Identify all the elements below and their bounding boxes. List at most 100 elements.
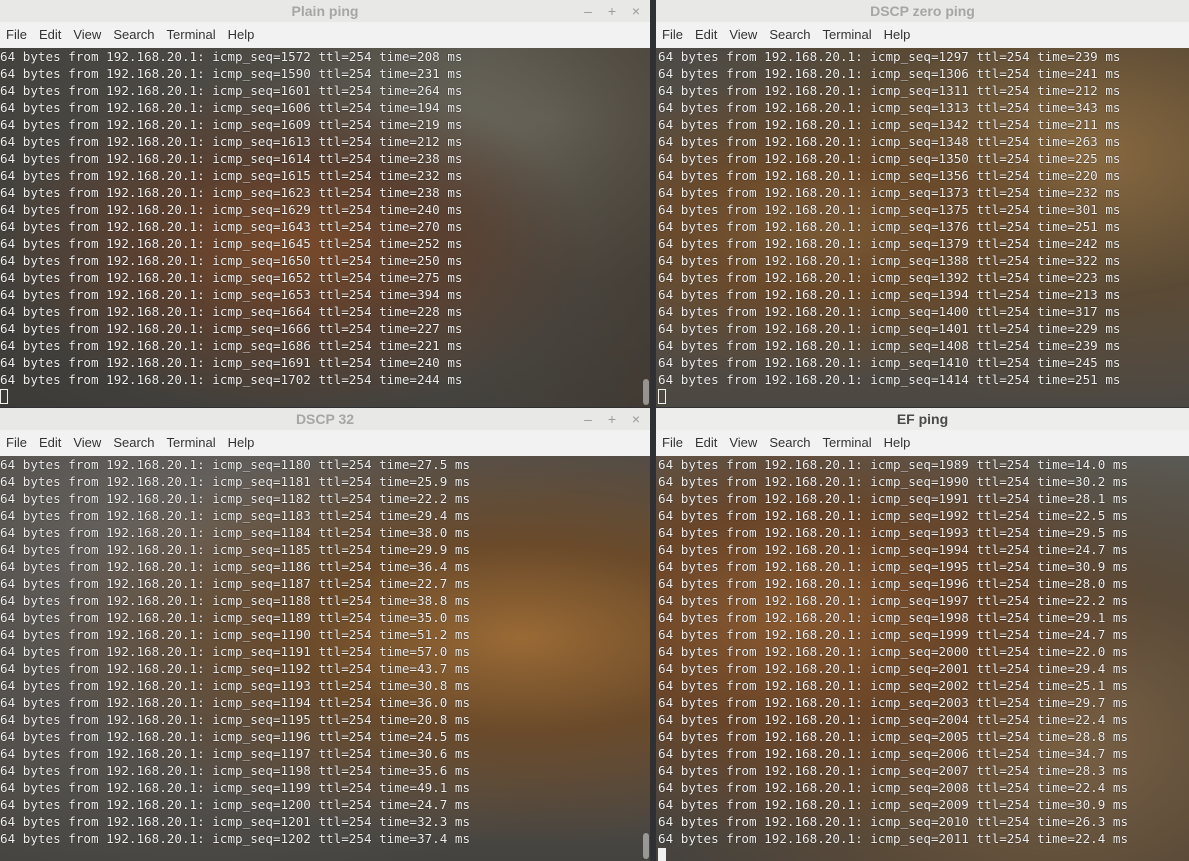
menu-help[interactable]: Help: [222, 430, 261, 456]
cursor: [0, 389, 8, 404]
output-line: 64 bytes from 192.168.20.1: icmp_seq=140…: [658, 338, 1121, 353]
menu-view[interactable]: View: [67, 430, 107, 456]
output-line: 64 bytes from 192.168.20.1: icmp_seq=199…: [658, 559, 1129, 574]
window-controls: – + ×: [578, 0, 646, 22]
output-line: 64 bytes from 192.168.20.1: icmp_seq=165…: [0, 270, 463, 285]
output-line: 64 bytes from 192.168.20.1: icmp_seq=199…: [658, 474, 1129, 489]
output-lines: 64 bytes from 192.168.20.1: icmp_seq=198…: [658, 456, 1128, 861]
output-line: 64 bytes from 192.168.20.1: icmp_seq=161…: [0, 168, 463, 183]
output-line: 64 bytes from 192.168.20.1: icmp_seq=135…: [658, 168, 1121, 183]
title-bar[interactable]: DSCP 32 – + ×: [0, 408, 650, 430]
scrollbar[interactable]: [640, 48, 650, 407]
maximize-icon[interactable]: +: [602, 0, 622, 22]
output-line: 64 bytes from 192.168.20.1: icmp_seq=169…: [0, 355, 463, 370]
menu-edit[interactable]: Edit: [33, 430, 67, 456]
output-line: 64 bytes from 192.168.20.1: icmp_seq=200…: [658, 678, 1129, 693]
output-line: 64 bytes from 192.168.20.1: icmp_seq=138…: [658, 253, 1121, 268]
terminal-output[interactable]: 64 bytes from 192.168.20.1: icmp_seq=157…: [0, 48, 650, 407]
window-title: Plain ping: [291, 3, 359, 19]
terminal-window-plain-ping[interactable]: Plain ping – + × File Edit View Search T…: [0, 0, 650, 407]
output-line: 64 bytes from 192.168.20.1: icmp_seq=141…: [658, 355, 1121, 370]
output-line: 64 bytes from 192.168.20.1: icmp_seq=200…: [658, 780, 1129, 795]
menu-help[interactable]: Help: [222, 22, 261, 48]
close-icon[interactable]: ×: [626, 408, 646, 430]
output-line: 64 bytes from 192.168.20.1: icmp_seq=119…: [0, 661, 471, 676]
menu-file[interactable]: File: [656, 430, 689, 456]
menu-view[interactable]: View: [723, 430, 763, 456]
output-line: 64 bytes from 192.168.20.1: icmp_seq=166…: [0, 321, 463, 336]
output-line: 64 bytes from 192.168.20.1: icmp_seq=139…: [658, 270, 1121, 285]
output-line: 64 bytes from 192.168.20.1: icmp_seq=119…: [0, 695, 471, 710]
menu-search[interactable]: Search: [107, 22, 160, 48]
output-line: 64 bytes from 192.168.20.1: icmp_seq=118…: [0, 542, 471, 557]
menu-help[interactable]: Help: [878, 22, 917, 48]
output-line: 64 bytes from 192.168.20.1: icmp_seq=137…: [658, 236, 1121, 251]
maximize-icon[interactable]: +: [602, 408, 622, 430]
output-line: 64 bytes from 192.168.20.1: icmp_seq=141…: [658, 372, 1121, 387]
output-line: 64 bytes from 192.168.20.1: icmp_seq=135…: [658, 151, 1121, 166]
output-line: 64 bytes from 192.168.20.1: icmp_seq=200…: [658, 661, 1129, 676]
output-line: 64 bytes from 192.168.20.1: icmp_seq=164…: [0, 236, 463, 251]
window-title: DSCP zero ping: [870, 3, 975, 19]
output-line: 64 bytes from 192.168.20.1: icmp_seq=118…: [0, 576, 471, 591]
menu-search[interactable]: Search: [107, 430, 160, 456]
menu-edit[interactable]: Edit: [689, 430, 723, 456]
terminal-output[interactable]: 64 bytes from 192.168.20.1: icmp_seq=129…: [656, 48, 1189, 407]
menu-terminal[interactable]: Terminal: [161, 22, 222, 48]
menu-view[interactable]: View: [723, 22, 763, 48]
menu-file[interactable]: File: [0, 430, 33, 456]
output-line: 64 bytes from 192.168.20.1: icmp_seq=118…: [0, 491, 471, 506]
output-line: 64 bytes from 192.168.20.1: icmp_seq=157…: [0, 49, 463, 64]
menu-bar: File Edit View Search Terminal Help: [0, 430, 650, 457]
menu-edit[interactable]: Edit: [33, 22, 67, 48]
scroll-thumb[interactable]: [643, 833, 649, 859]
menu-bar: File Edit View Search Terminal Help: [0, 22, 650, 49]
output-line: 64 bytes from 192.168.20.1: icmp_seq=198…: [658, 457, 1129, 472]
output-line: 64 bytes from 192.168.20.1: icmp_seq=130…: [658, 66, 1121, 81]
minimize-icon[interactable]: –: [578, 0, 598, 22]
output-line: 64 bytes from 192.168.20.1: icmp_seq=199…: [658, 627, 1129, 642]
menu-terminal[interactable]: Terminal: [817, 22, 878, 48]
output-line: 64 bytes from 192.168.20.1: icmp_seq=137…: [658, 202, 1121, 217]
menu-help[interactable]: Help: [878, 430, 917, 456]
menu-search[interactable]: Search: [763, 22, 816, 48]
output-line: 64 bytes from 192.168.20.1: icmp_seq=162…: [0, 202, 463, 217]
output-line: 64 bytes from 192.168.20.1: icmp_seq=160…: [0, 83, 463, 98]
terminal-window-dscp-32[interactable]: DSCP 32 – + × File Edit View Search Term…: [0, 408, 650, 861]
title-bar[interactable]: EF ping: [656, 408, 1189, 430]
menu-file[interactable]: File: [656, 22, 689, 48]
output-line: 64 bytes from 192.168.20.1: icmp_seq=118…: [0, 457, 471, 472]
output-line: 64 bytes from 192.168.20.1: icmp_seq=199…: [658, 542, 1129, 557]
menu-view[interactable]: View: [67, 22, 107, 48]
close-icon[interactable]: ×: [626, 0, 646, 22]
output-line: 64 bytes from 192.168.20.1: icmp_seq=131…: [658, 83, 1121, 98]
menu-file[interactable]: File: [0, 22, 33, 48]
output-line: 64 bytes from 192.168.20.1: icmp_seq=160…: [0, 117, 463, 132]
output-line: 64 bytes from 192.168.20.1: icmp_seq=199…: [658, 576, 1129, 591]
terminal-window-ef-ping[interactable]: EF ping File Edit View Search Terminal H…: [656, 408, 1189, 861]
terminal-window-dscp-zero-ping[interactable]: DSCP zero ping File Edit View Search Ter…: [656, 0, 1189, 407]
output-line: 64 bytes from 192.168.20.1: icmp_seq=118…: [0, 474, 471, 489]
output-line: 64 bytes from 192.168.20.1: icmp_seq=137…: [658, 219, 1121, 234]
minimize-icon[interactable]: –: [578, 408, 598, 430]
title-bar[interactable]: DSCP zero ping: [656, 0, 1189, 22]
scroll-thumb[interactable]: [643, 379, 649, 405]
menu-terminal[interactable]: Terminal: [817, 430, 878, 456]
title-bar[interactable]: Plain ping – + ×: [0, 0, 650, 22]
output-line: 64 bytes from 192.168.20.1: icmp_seq=161…: [0, 134, 463, 149]
output-lines: 64 bytes from 192.168.20.1: icmp_seq=157…: [0, 48, 463, 404]
menu-search[interactable]: Search: [763, 430, 816, 456]
menu-edit[interactable]: Edit: [689, 22, 723, 48]
output-line: 64 bytes from 192.168.20.1: icmp_seq=119…: [0, 746, 471, 761]
output-line: 64 bytes from 192.168.20.1: icmp_seq=165…: [0, 287, 463, 302]
output-line: 64 bytes from 192.168.20.1: icmp_seq=119…: [0, 627, 471, 642]
output-line: 64 bytes from 192.168.20.1: icmp_seq=134…: [658, 134, 1121, 149]
terminal-output[interactable]: 64 bytes from 192.168.20.1: icmp_seq=198…: [656, 456, 1189, 861]
output-line: 64 bytes from 192.168.20.1: icmp_seq=119…: [0, 644, 471, 659]
menu-terminal[interactable]: Terminal: [161, 430, 222, 456]
scrollbar[interactable]: [640, 456, 650, 861]
terminal-output[interactable]: 64 bytes from 192.168.20.1: icmp_seq=118…: [0, 456, 650, 861]
output-line: 64 bytes from 192.168.20.1: icmp_seq=199…: [658, 610, 1129, 625]
output-line: 64 bytes from 192.168.20.1: icmp_seq=118…: [0, 593, 471, 608]
output-line: 64 bytes from 192.168.20.1: icmp_seq=159…: [0, 66, 463, 81]
